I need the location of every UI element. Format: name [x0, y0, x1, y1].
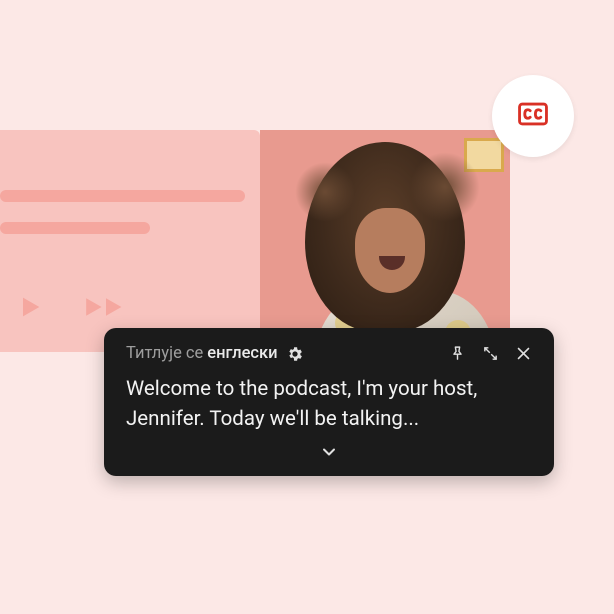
play-icon[interactable]: [16, 292, 44, 322]
pin-icon[interactable]: [449, 345, 466, 362]
caption-text: Welcome to the podcast, I'm your host, J…: [126, 375, 532, 434]
cc-badge[interactable]: [492, 75, 574, 157]
closed-captions-icon: [516, 97, 550, 135]
chevron-down-icon: [319, 442, 339, 466]
gear-icon[interactable]: [286, 345, 304, 363]
player-controls: [16, 292, 128, 322]
caption-header: Титлује се енглески: [126, 344, 532, 363]
caption-expand-button[interactable]: [126, 438, 532, 468]
caption-language-prefix: Титлује се: [126, 344, 203, 363]
caption-language: енглески: [207, 344, 277, 363]
waveform-bar: [0, 222, 150, 234]
player-panel: [0, 130, 260, 352]
close-icon[interactable]: [515, 345, 532, 362]
fast-forward-icon[interactable]: [84, 292, 128, 322]
waveform-bar: [0, 190, 245, 202]
live-caption-panel: Титлује се енглески Welcome to the podca…: [104, 328, 554, 476]
fullscreen-icon[interactable]: [482, 345, 499, 362]
